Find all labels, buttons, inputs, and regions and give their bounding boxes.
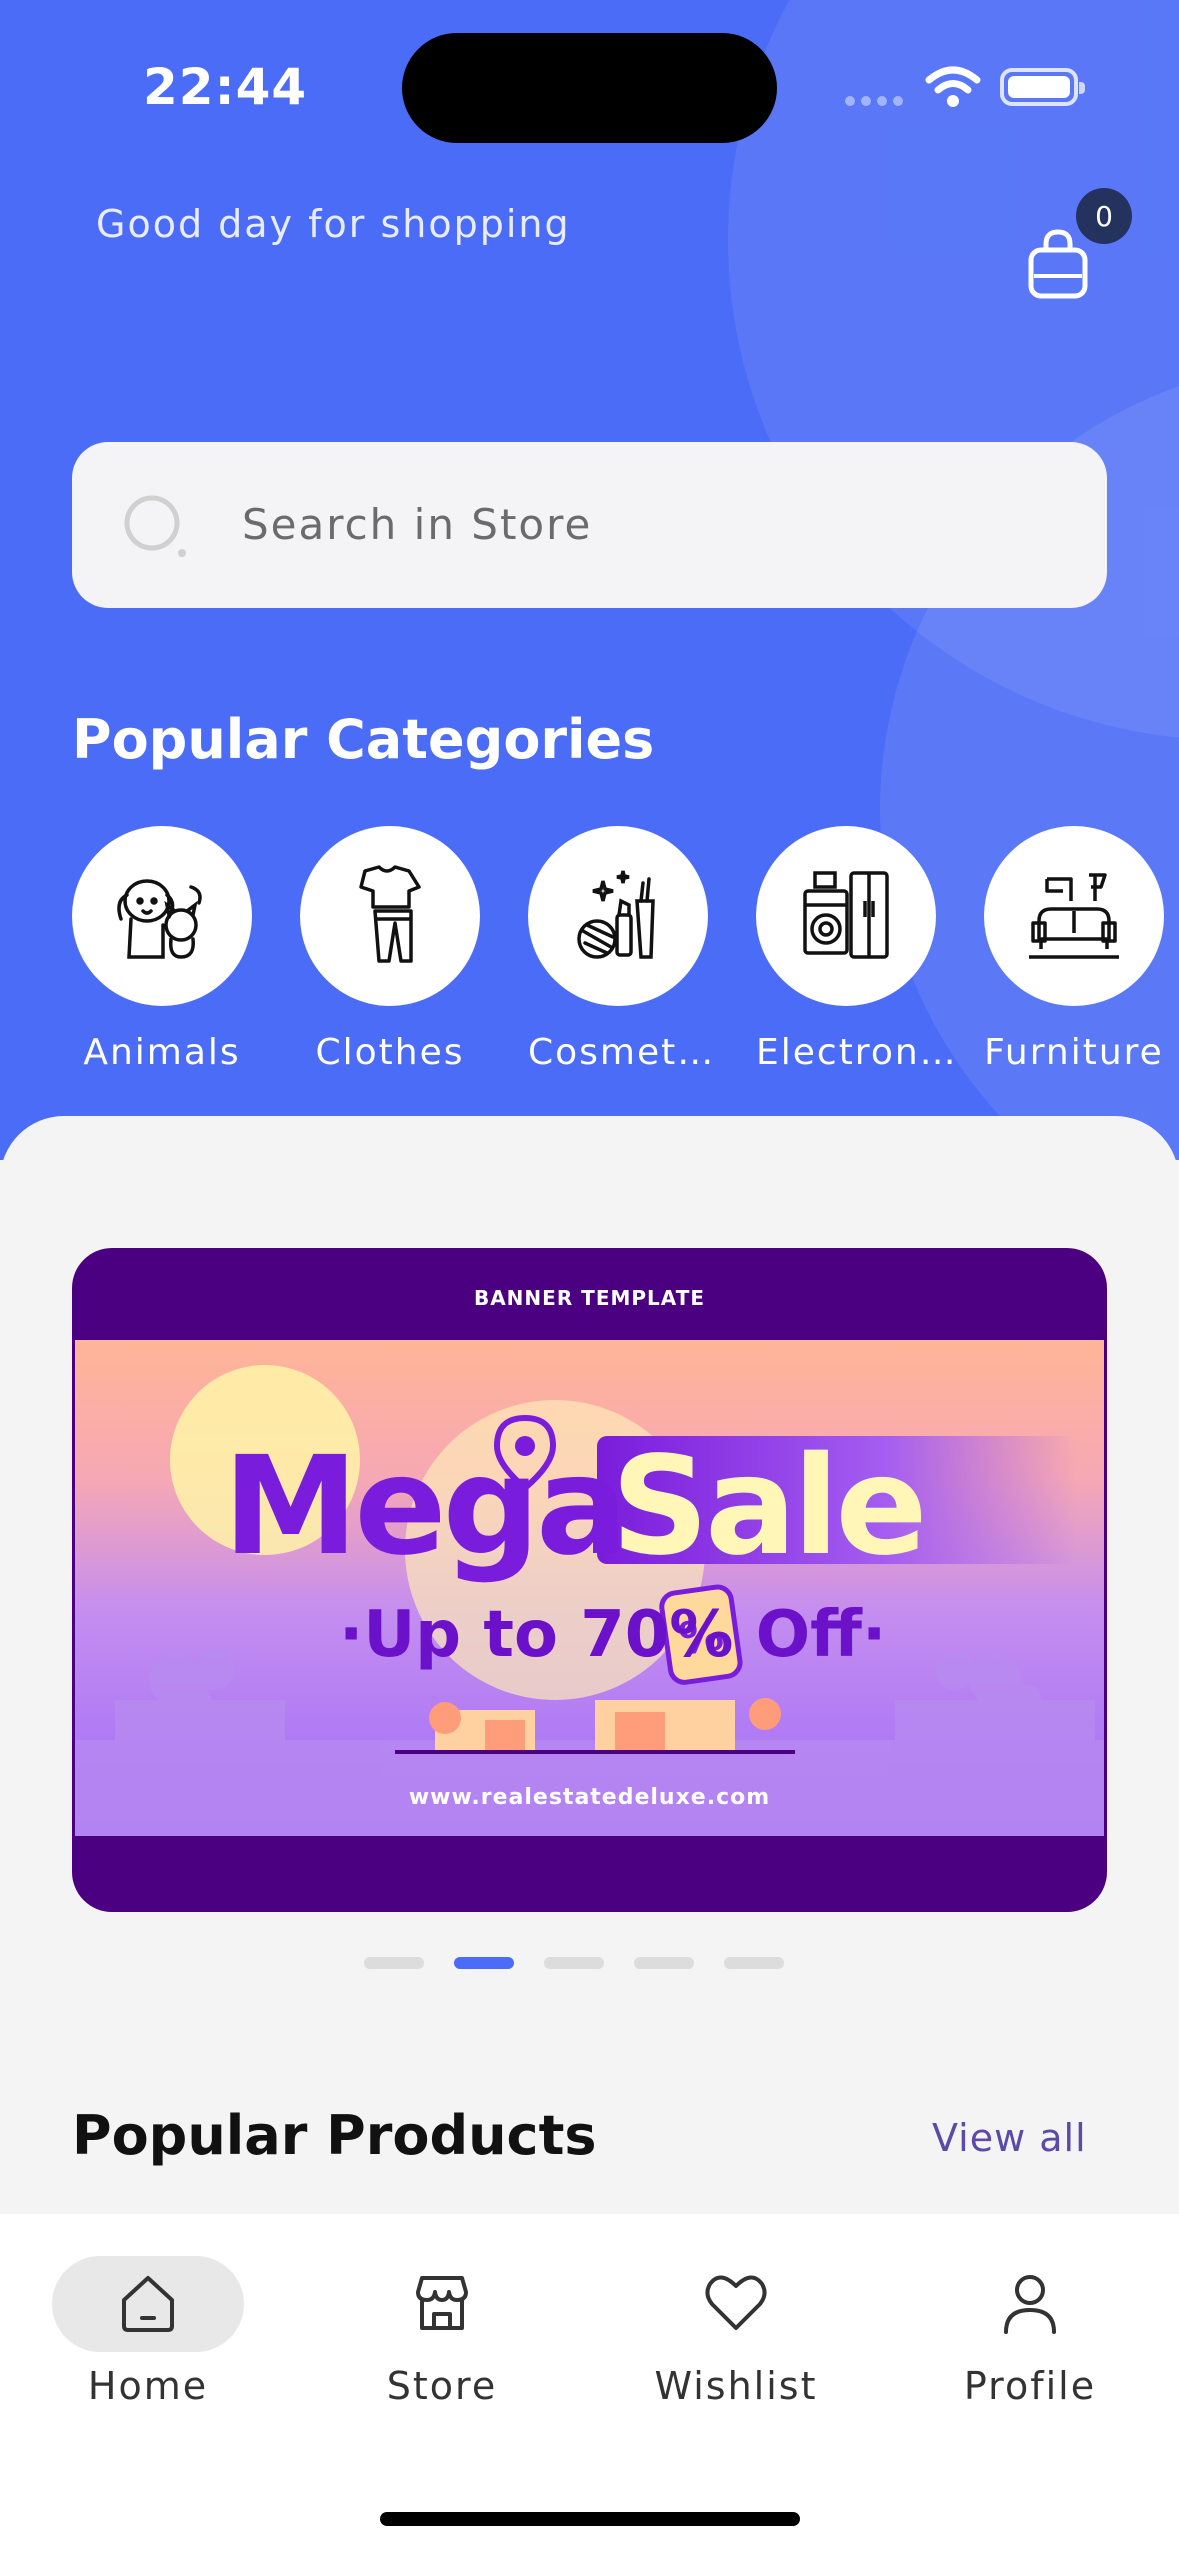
banner-artwork: % Mega Sale ·Up to 70% Off· www.realesta… <box>75 1340 1104 1836</box>
nav-item-profile[interactable]: Profile <box>930 2256 1130 2408</box>
nav-item-wishlist[interactable]: Wishlist <box>636 2256 836 2408</box>
home-icon <box>122 2276 174 2332</box>
category-label: Furniture <box>984 1032 1164 1073</box>
section-title-products: Popular Products <box>72 2104 597 2167</box>
nav-label: Wishlist <box>654 2364 818 2408</box>
section-title-categories: Popular Categories <box>72 708 655 771</box>
search-bar[interactable]: Search in Store <box>72 442 1107 608</box>
banner-title-mega: Mega <box>223 1428 628 1586</box>
carousel-dot[interactable] <box>724 1957 784 1969</box>
dynamic-island <box>402 33 777 143</box>
home-indicator[interactable] <box>380 2512 800 2526</box>
banner-subtitle: ·Up to 70% Off· <box>339 1598 887 1672</box>
status-time: 22:44 <box>143 58 308 116</box>
cosmetics-icon <box>577 870 655 959</box>
user-icon <box>1004 2275 1056 2334</box>
nav-label: Store <box>386 2364 498 2408</box>
nav-label: Profile <box>963 2364 1097 2408</box>
store-icon <box>416 2276 468 2330</box>
search-icon <box>124 495 186 557</box>
carousel-dot[interactable] <box>634 1957 694 1969</box>
category-label: Animals <box>83 1032 241 1073</box>
animals-icon <box>117 879 202 959</box>
carousel-dot-active[interactable] <box>454 1957 514 1969</box>
banner-illustration: % <box>75 1365 1104 1836</box>
category-label: Electron… <box>756 1032 958 1073</box>
view-all-link[interactable]: View all <box>932 2116 1087 2160</box>
category-animals[interactable]: Animals <box>72 826 252 1073</box>
signal-icon <box>845 96 903 106</box>
category-electronics[interactable]: Electron… <box>756 826 958 1073</box>
cart-count-badge: 0 <box>1076 188 1132 244</box>
shopping-bag-icon[interactable] <box>1026 228 1090 300</box>
bottom-nav: Home Store Wishlist Profile <box>0 2214 1179 2556</box>
heart-icon <box>705 2275 767 2330</box>
banner-url: www.realestatedeluxe.com <box>408 1785 771 1810</box>
banner-header: BANNER TEMPLATE <box>473 1286 706 1310</box>
promo-banner[interactable]: BANNER TEMPLATE % Mega Sale ·Up to 70% O… <box>72 1248 1107 1912</box>
header: 22:44 Good day for shopping 0 Search in … <box>0 0 1179 1160</box>
nav-item-store[interactable]: Store <box>342 2256 542 2408</box>
search-placeholder: Search in Store <box>242 500 593 549</box>
category-furniture[interactable]: Furniture <box>984 826 1164 1073</box>
carousel-dot[interactable] <box>364 1957 424 1969</box>
battery-icon <box>1000 68 1085 106</box>
category-cosmetics[interactable]: Cosmet… <box>528 826 716 1073</box>
nav-item-home[interactable]: Home <box>48 2256 248 2408</box>
category-label: Clothes <box>315 1032 465 1073</box>
carousel-indicator <box>364 1957 784 1969</box>
furniture-icon <box>1029 873 1119 959</box>
carousel-dot[interactable] <box>544 1957 604 1969</box>
greeting-text: Good day for shopping <box>96 202 571 246</box>
category-label: Cosmet… <box>528 1032 716 1073</box>
banner-title-sale: Sale <box>611 1428 928 1586</box>
clothes-icon <box>359 865 421 963</box>
electronics-icon <box>803 871 889 959</box>
nav-label: Home <box>87 2364 209 2408</box>
wifi-icon <box>925 66 981 107</box>
category-clothes[interactable]: Clothes <box>300 826 480 1073</box>
